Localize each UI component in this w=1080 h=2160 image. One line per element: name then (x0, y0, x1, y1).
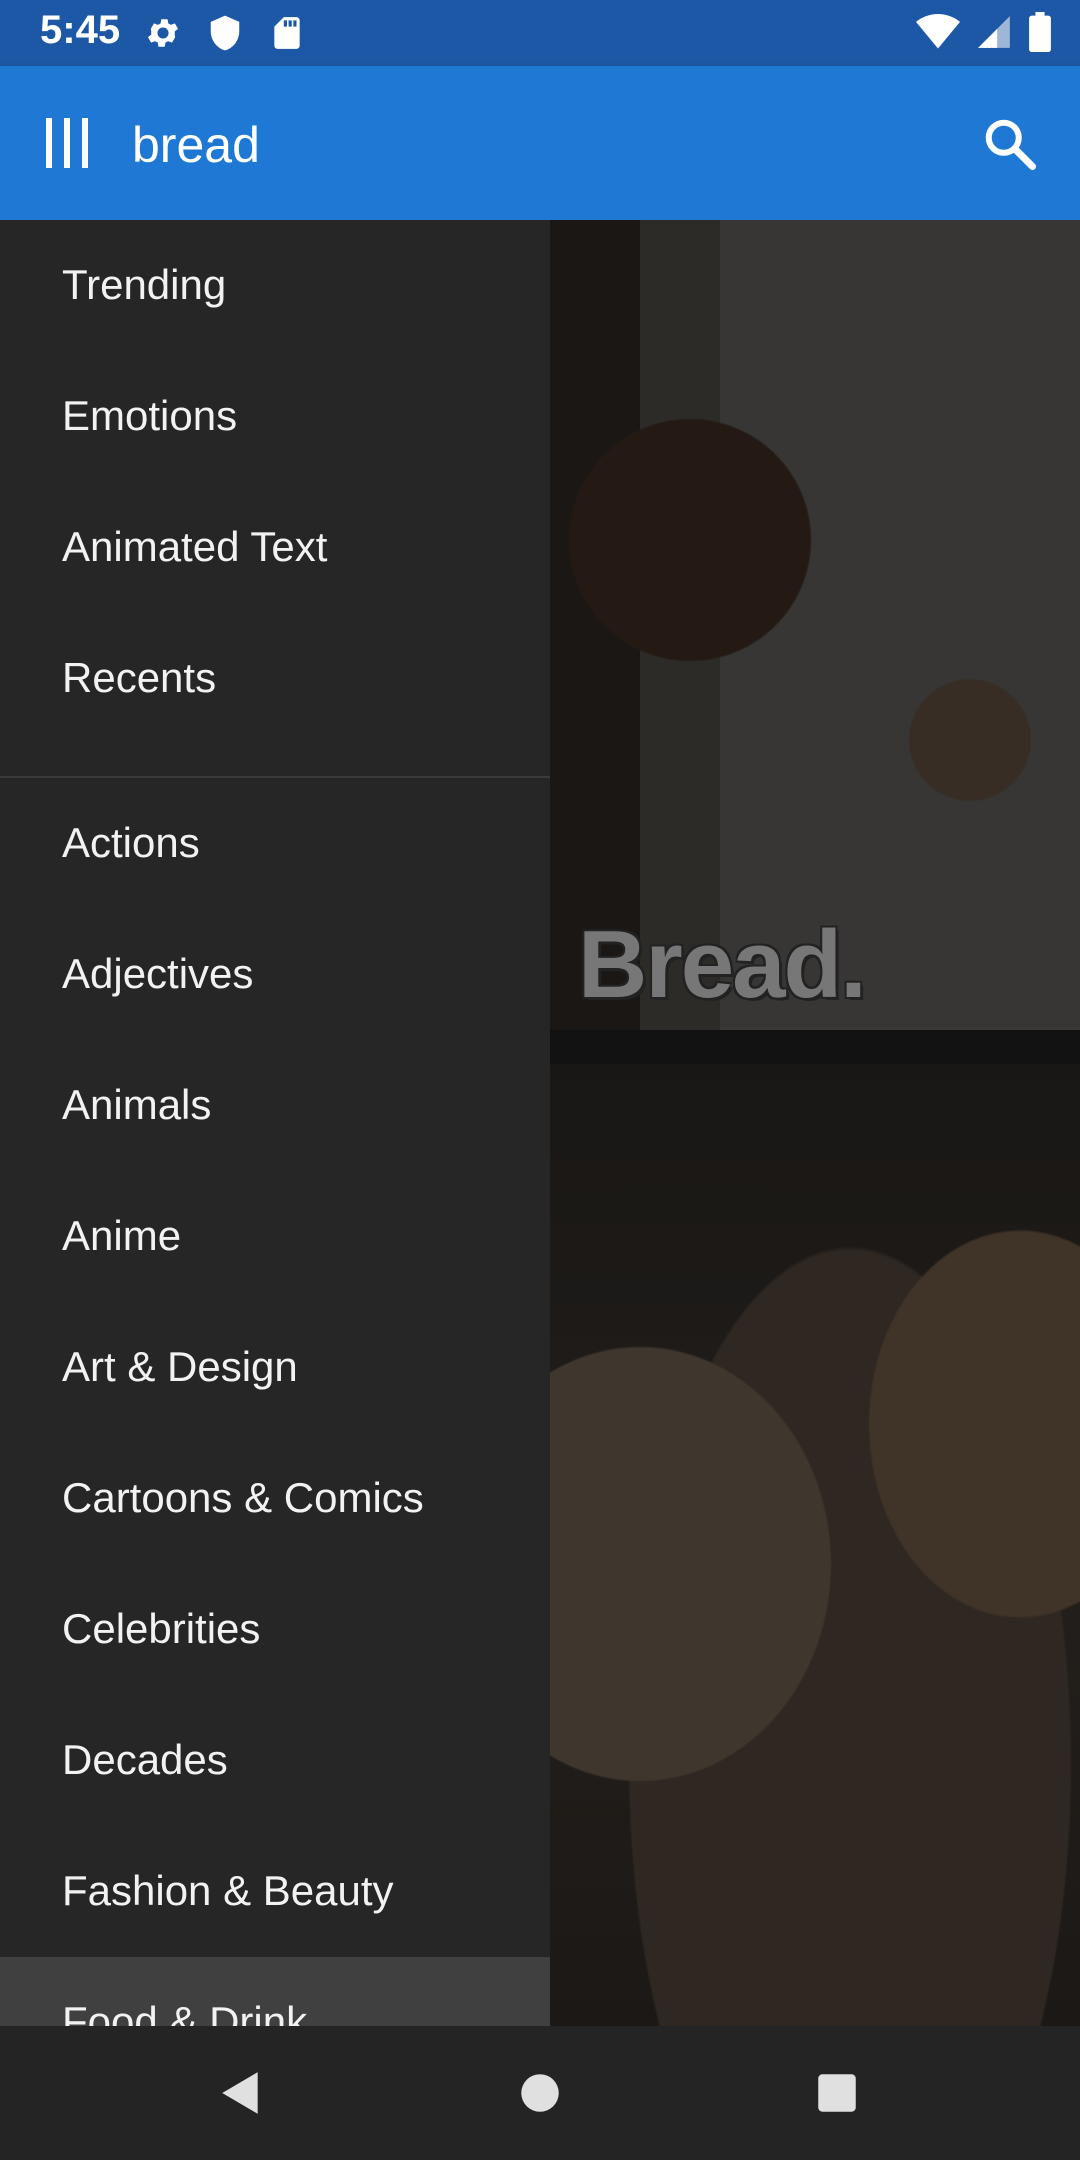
gif-results: Bread. (550, 220, 1080, 2026)
drawer-item-art-design[interactable]: Art & Design (0, 1302, 550, 1432)
gif-caption: Bread. (578, 911, 867, 1018)
drawer-item-label: Fashion & Beauty (62, 1867, 394, 1914)
gif-card[interactable] (550, 1064, 1080, 2026)
status-time: 5:45 (40, 8, 121, 52)
scrim (550, 1064, 1080, 2026)
settings-icon (147, 19, 179, 47)
drawer-item-food-drink[interactable]: Food & Drink (0, 1957, 550, 2026)
drawer-item-fashion-beauty[interactable]: Fashion & Beauty (0, 1826, 550, 1956)
status-bar: 5:45 (0, 0, 1080, 66)
drawer-item-animals[interactable]: Animals (0, 1040, 550, 1170)
wifi-icon (916, 14, 960, 49)
system-nav-bar (0, 2026, 1080, 2160)
battery-icon (1029, 12, 1051, 52)
cellular-signal-icon (978, 16, 1010, 48)
drawer-item-celebrities[interactable]: Celebrities (0, 1564, 550, 1694)
drawer-item-label: Actions (62, 819, 200, 866)
drawer-item-label: Emotions (62, 392, 238, 439)
drawer-item-recents[interactable]: Recents (0, 613, 550, 743)
drawer-item-cartoons-comics[interactable]: Cartoons & Comics (0, 1433, 550, 1563)
navigation-drawer: Trending Emotions Animated Text Recents … (0, 220, 550, 2026)
menu-icon[interactable] (44, 116, 90, 170)
gif-card[interactable]: Bread. (550, 220, 1080, 1030)
drawer-item-label: Celebrities (62, 1605, 261, 1652)
drawer-item-decades[interactable]: Decades (0, 1695, 550, 1825)
app-bar: bread (0, 66, 1080, 220)
scrim (550, 220, 1080, 1030)
home-icon[interactable] (515, 2068, 565, 2118)
shield-icon (210, 15, 240, 51)
drawer-item-anime[interactable]: Anime (0, 1171, 550, 1301)
drawer-item-label: Art & Design (62, 1343, 298, 1390)
drawer-item-label: Decades (62, 1736, 228, 1783)
drawer-item-label: Recents (62, 654, 217, 701)
search-query-text[interactable]: bread (132, 116, 260, 174)
drawer-item-actions[interactable]: Actions (0, 778, 550, 908)
drawer-item-label: Anime (62, 1212, 182, 1259)
drawer-item-label: Animated Text (62, 523, 328, 570)
drawer-item-adjectives[interactable]: Adjectives (0, 909, 550, 1039)
drawer-item-label: Cartoons & Comics (62, 1474, 424, 1521)
recents-icon[interactable] (812, 2068, 862, 2118)
drawer-item-label: Food & Drink (62, 1998, 308, 2026)
drawer-item-animated-text[interactable]: Animated Text (0, 482, 550, 612)
back-icon[interactable] (216, 2068, 266, 2118)
search-icon[interactable] (980, 114, 1040, 174)
drawer-item-label: Adjectives (62, 950, 254, 997)
sd-card-icon (274, 17, 300, 49)
drawer-item-label: Trending (62, 261, 227, 308)
drawer-item-label: Animals (62, 1081, 212, 1128)
drawer-item-emotions[interactable]: Emotions (0, 351, 550, 481)
drawer-item-trending[interactable]: Trending (0, 220, 550, 350)
